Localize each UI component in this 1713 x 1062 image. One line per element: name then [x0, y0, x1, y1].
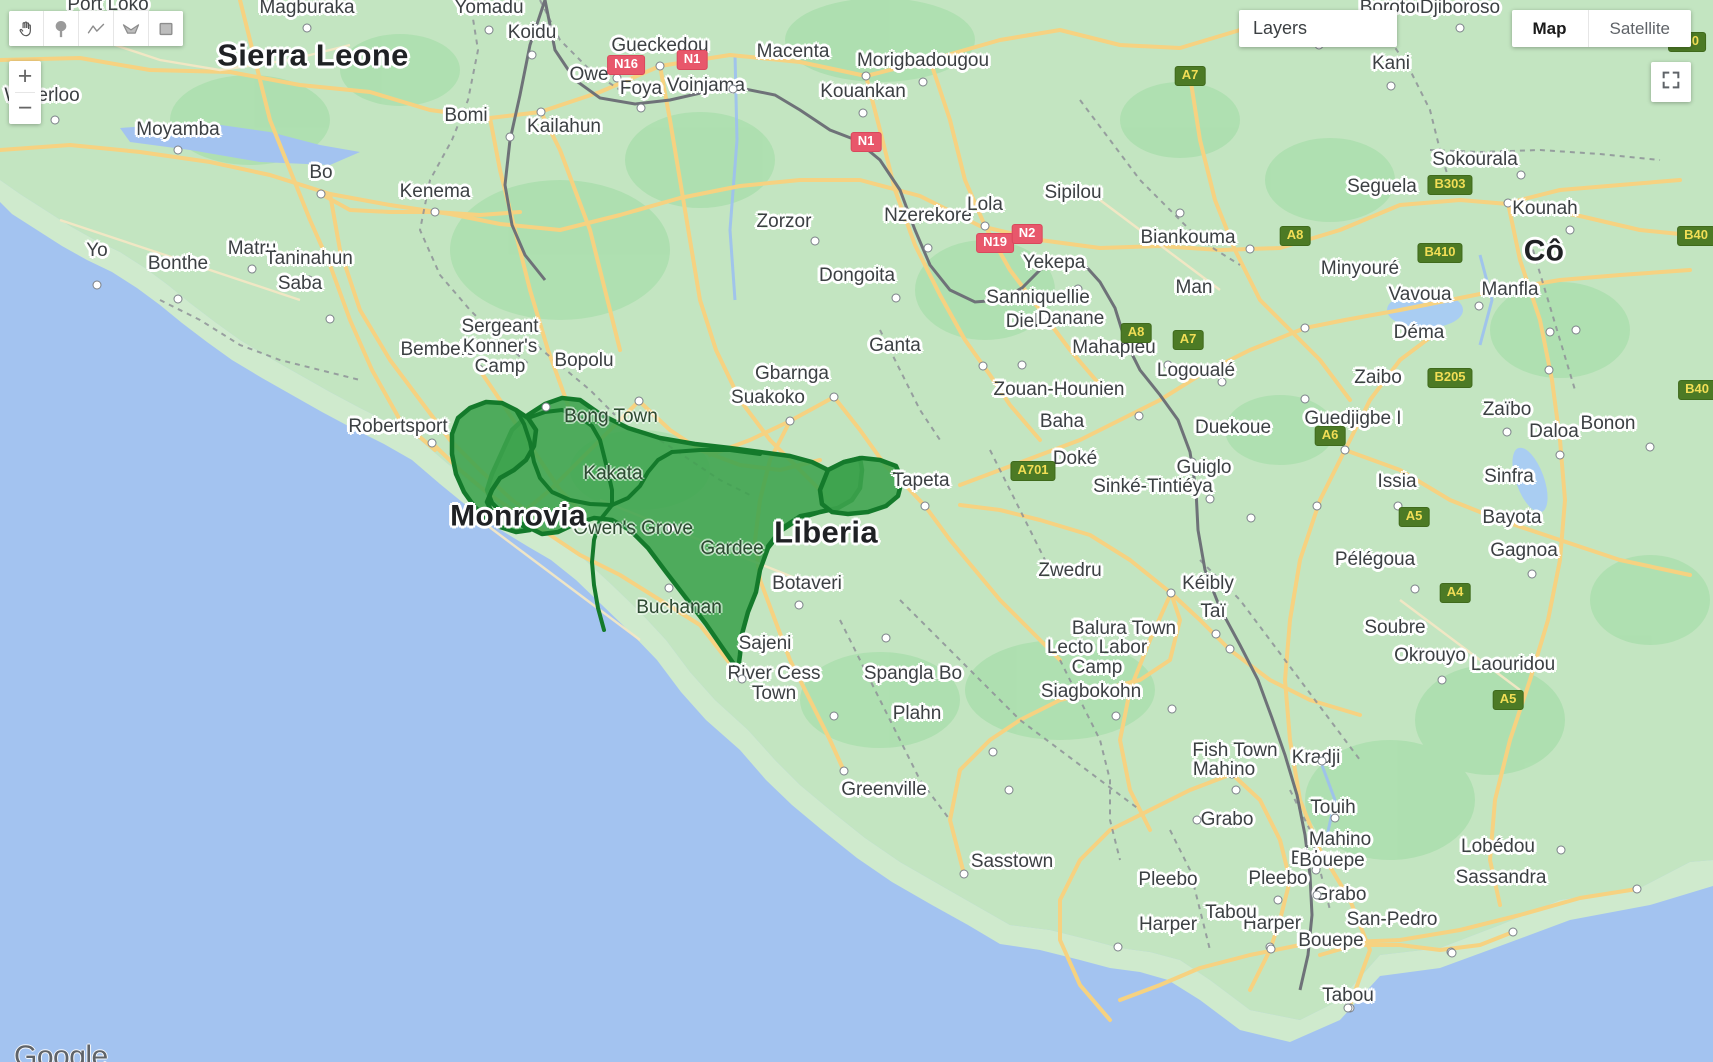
- drawing-toolbar[interactable]: [9, 11, 183, 46]
- base-map-graphic: [0, 0, 1713, 1062]
- rectangle-tool[interactable]: [149, 11, 183, 46]
- google-watermark: Google: [14, 1040, 108, 1062]
- zoom-out-button[interactable]: −: [9, 93, 41, 124]
- map-pin-icon: [51, 18, 71, 40]
- zoom-control[interactable]: + −: [9, 61, 41, 124]
- polygon-icon: [120, 19, 142, 39]
- marker-tool[interactable]: [44, 11, 79, 46]
- zoom-in-button[interactable]: +: [9, 61, 41, 92]
- map-type-control[interactable]: Map Satellite: [1511, 10, 1691, 47]
- map-canvas[interactable]: Sierra Leone Liberia Cô Magburaka Yomadu Koid…: [0, 0, 1713, 1062]
- polyline-tool[interactable]: [79, 11, 114, 46]
- pan-hand-tool[interactable]: [9, 11, 44, 46]
- polyline-icon: [85, 19, 107, 39]
- fullscreen-icon: [1660, 69, 1682, 96]
- layers-label: Layers: [1253, 18, 1308, 38]
- fullscreen-button[interactable]: [1651, 62, 1691, 102]
- layers-control[interactable]: Layers: [1239, 10, 1397, 47]
- polygon-tool[interactable]: [114, 11, 149, 46]
- hand-icon: [16, 19, 36, 39]
- rectangle-icon: [156, 19, 176, 39]
- map-type-map-button[interactable]: Map: [1512, 10, 1589, 47]
- map-type-satellite-button[interactable]: Satellite: [1589, 10, 1691, 47]
